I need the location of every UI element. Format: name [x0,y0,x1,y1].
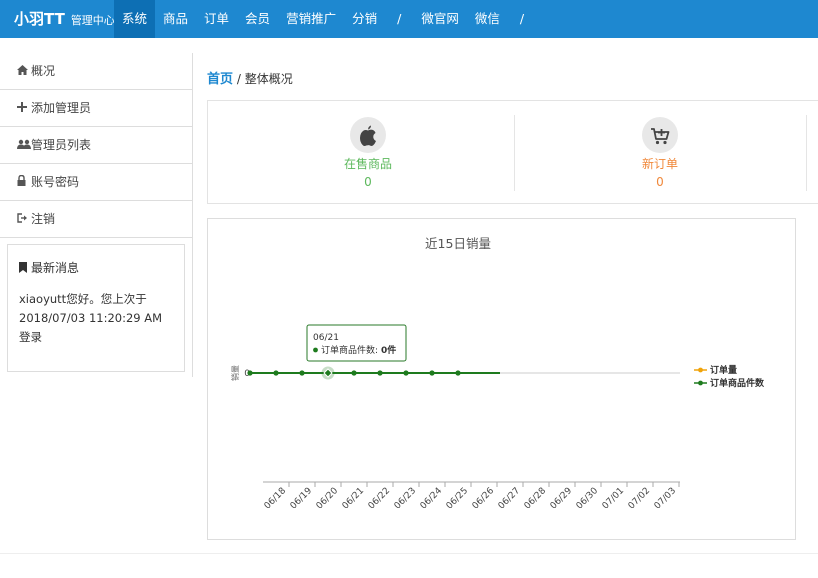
nav-item-members[interactable]: 会员 [237,0,278,38]
data-point[interactable] [299,370,305,376]
legend-label: 订单量 [710,364,737,376]
nav-item-system[interactable]: 系统 [114,0,156,38]
nav-separator: / [397,11,402,26]
data-point[interactable] [247,370,253,376]
stat-value: 0 [656,175,664,189]
data-point[interactable] [351,370,357,376]
chart-legend: 订单量 订单商品件数 [694,364,765,389]
footer-divider [0,553,818,554]
x-tick-label: 06/29 [549,486,575,512]
home-icon [17,54,31,90]
data-point[interactable] [273,370,279,376]
sidebar-item-label: 注销 [31,212,56,226]
tooltip-sep: : [375,346,378,356]
tooltip-category: 06/21 [313,333,339,343]
lock-icon [17,165,31,201]
nav-separator: / [519,11,525,26]
stat-label: 新订单 [641,157,678,171]
tooltip-series-line: 订单商品件数: 0件 [321,344,396,356]
brand[interactable]: 小羽TT 管理中心 [14,0,115,38]
data-point[interactable] [455,370,461,376]
legend-item-order-count[interactable]: 订单量 [694,364,737,376]
main-nav: 系统 商品 订单 会员 营销推广 分销 / 微官网 微信 / [114,0,536,38]
x-tick-label: 06/25 [445,486,470,511]
nav-item-wechat[interactable]: 微信 [467,0,508,38]
apple-icon [350,117,386,153]
cart-icon [642,117,678,153]
breadcrumb: 首页 / 整体概况 [207,68,293,87]
sidebar-item-password[interactable]: 账号密码 [0,164,192,201]
tooltip-series: 订单商品件数 [321,344,375,356]
legend-marker [698,380,703,386]
sidebar-item-logout[interactable]: 注销 [0,201,192,238]
breadcrumb-separator: / [236,72,241,86]
sidebar-item-label: 管理员列表 [31,138,92,152]
tooltip-value: 0件 [381,344,396,356]
x-tick-label: 06/23 [393,486,418,511]
breadcrumb-current: 整体概况 [244,72,293,86]
brand-subtitle: 管理中心 [70,14,115,27]
x-tick-label: 06/22 [367,486,392,511]
sidebar-item-label: 账号密码 [31,175,80,189]
legend-item-order-items[interactable]: 订单商品件数 [694,377,765,389]
x-tick-label: 06/28 [523,486,549,512]
stat-label: 在售商品 [343,157,392,171]
tooltip-marker [313,347,318,353]
message-title: 最新消息 [8,245,184,276]
sidebar: 概况 添加管理员 管理员列表 账号密码 注销 最新消息 xiaoyutt您好。您… [0,53,193,377]
sales-chart-panel: 近15日销量 销量 0 06/18 06/19 06/20 06/21 06/22 06/… [207,218,796,540]
x-tick-label: 06/20 [315,486,341,512]
x-tick-label: 06/27 [497,486,522,511]
stat-on-sale-goods[interactable]: 在售商品 0 [208,101,508,203]
sidebar-item-label: 添加管理员 [31,101,92,115]
x-tick-label: 06/21 [341,486,366,511]
sidebar-item-admin-list[interactable]: 管理员列表 [0,127,192,164]
data-point[interactable] [429,370,435,376]
x-tick-label: 07/01 [601,486,626,511]
sidebar-item-add-admin[interactable]: 添加管理员 [0,90,192,127]
y-axis-label: 销量 [230,365,240,381]
legend-label: 订单商品件数 [710,377,765,389]
plus-icon [17,91,31,127]
stat-divider [806,115,807,191]
bookmark-icon [19,262,27,273]
sidebar-item-overview[interactable]: 概况 [0,53,192,90]
x-tick-label: 06/18 [263,486,289,512]
stat-value: 0 [364,175,372,189]
x-axis: 06/18 06/19 06/20 06/21 06/22 06/23 06/24 06/25… [263,482,680,512]
message-body: xiaoyutt您好。您上次于2018/07/03 11:20:29 AM登录 [19,292,163,344]
sign-out-icon [17,202,31,238]
chart-title: 近15日销量 [425,236,491,251]
breadcrumb-home[interactable]: 首页 [207,72,233,87]
stat-new-orders[interactable]: 新订单 0 [500,101,800,203]
stats-panel: 在售商品 0 新订单 0 [207,100,818,204]
data-point[interactable] [403,370,409,376]
nav-item-marketing[interactable]: 营销推广 [278,0,344,38]
sales-chart: 近15日销量 销量 0 06/18 06/19 06/20 06/21 06/22 06/… [230,236,765,512]
nav-item-distribution[interactable]: 分销 [344,0,385,38]
latest-message-panel: 最新消息 xiaoyutt您好。您上次于2018/07/03 11:20:29 … [7,244,185,372]
sidebar-item-label: 概况 [31,64,56,78]
x-tick-label: 06/24 [419,486,445,512]
series-order-items [247,366,500,380]
users-icon [17,128,31,164]
message-title-text: 最新消息 [31,261,80,275]
data-point[interactable] [377,370,383,376]
top-navbar: 小羽TT 管理中心 系统 商品 订单 会员 营销推广 分销 / 微官网 微信 / [0,0,818,38]
nav-item-micro-site[interactable]: 微官网 [413,0,467,38]
legend-marker [698,367,703,373]
brand-name: 小羽TT [14,10,65,28]
x-tick-label: 06/19 [289,486,315,512]
nav-item-orders[interactable]: 订单 [196,0,237,38]
nav-item-goods[interactable]: 商品 [155,0,196,38]
chart-tooltip: 06/21 订单商品件数: 0件 [306,324,407,362]
x-tick-label: 07/03 [653,486,678,511]
x-tick-label: 06/30 [575,486,601,512]
x-tick-label: 06/26 [471,486,497,512]
x-tick-label: 07/02 [627,486,652,511]
